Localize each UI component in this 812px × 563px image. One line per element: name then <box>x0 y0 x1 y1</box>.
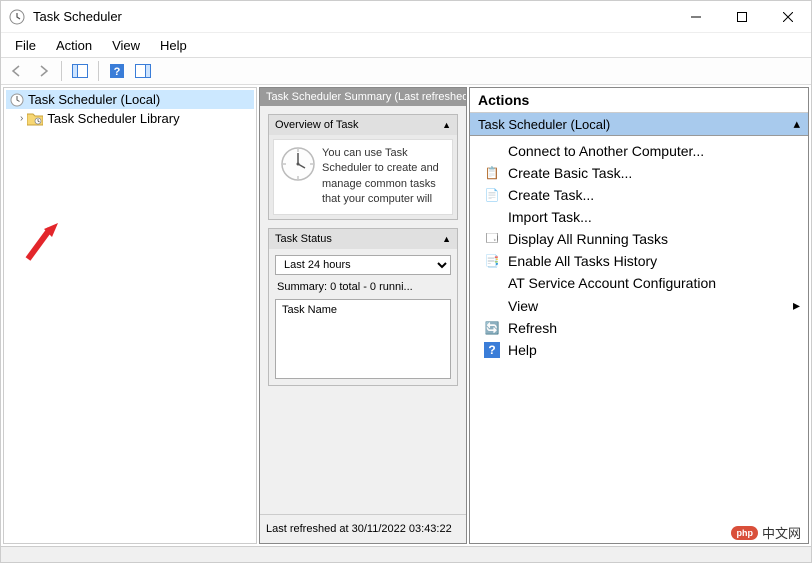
main-area: Task Scheduler (Local) › Task Scheduler … <box>1 85 811 546</box>
chevron-right-icon: ▸ <box>793 297 800 314</box>
collapse-icon[interactable]: ▴ <box>793 116 800 132</box>
tree-pane: Task Scheduler (Local) › Task Scheduler … <box>3 87 257 544</box>
back-button[interactable] <box>5 59 29 83</box>
action-label: Import Task... <box>508 209 592 225</box>
action-item-0[interactable]: Connect to Another Computer... <box>470 140 808 162</box>
action-item-5[interactable]: 📑 Enable All Tasks History <box>470 250 808 272</box>
action-label: Connect to Another Computer... <box>508 143 704 159</box>
menu-action[interactable]: Action <box>48 36 100 55</box>
collapse-icon[interactable]: ▲ <box>442 234 451 244</box>
summary-body: Overview of Task ▲ You can use Task Sche… <box>260 106 466 514</box>
actions-context-label: Task Scheduler (Local) <box>478 117 610 132</box>
action-label: Help <box>508 342 537 358</box>
tree-root-label: Task Scheduler (Local) <box>28 92 160 107</box>
overview-text: You can use Task Scheduler to create and… <box>322 146 446 208</box>
action-icon: 📄 <box>484 187 500 203</box>
task-name-header: Task Name <box>282 304 337 316</box>
toolbar-separator <box>61 61 62 81</box>
action-item-8[interactable]: 🔄 Refresh <box>470 317 808 339</box>
chevron-right-icon[interactable]: › <box>20 113 23 124</box>
action-icon: 📑 <box>484 253 500 269</box>
last-refreshed-label: Last refreshed at 30/11/2022 03:43:22 <box>260 514 466 543</box>
action-icon <box>484 209 500 225</box>
action-item-6[interactable]: AT Service Account Configuration <box>470 272 808 294</box>
annotation-arrow <box>22 223 58 267</box>
action-item-1[interactable]: 📋 Create Basic Task... <box>470 162 808 184</box>
action-label: Create Task... <box>508 187 594 203</box>
overview-title: Overview of Task <box>275 119 359 131</box>
time-range-combo[interactable]: Last 24 hours <box>275 255 451 275</box>
summary-header: Task Scheduler Summary (Last refreshed <box>260 88 466 106</box>
action-icon: 🔄 <box>484 320 500 336</box>
minimize-button[interactable] <box>673 1 719 33</box>
show-hide-console-tree-button[interactable] <box>68 59 92 83</box>
action-label: Display All Running Tasks <box>508 231 668 247</box>
status-summary-text: Summary: 0 total - 0 runni... <box>275 275 451 299</box>
watermark: php 中文网 <box>731 523 801 542</box>
toolbar-separator <box>98 61 99 81</box>
maximize-button[interactable] <box>719 1 765 33</box>
summary-pane: Task Scheduler Summary (Last refreshed O… <box>259 87 467 544</box>
action-label: Enable All Tasks History <box>508 253 657 269</box>
menu-view[interactable]: View <box>104 36 148 55</box>
task-status-header: Task Status ▲ <box>269 229 457 249</box>
overview-header: Overview of Task ▲ <box>269 115 457 135</box>
tree-child-label: Task Scheduler Library <box>47 111 179 126</box>
action-icon: ? <box>484 342 500 358</box>
overview-panel: Overview of Task ▲ You can use Task Sche… <box>268 114 458 220</box>
clock-icon <box>9 9 25 25</box>
actions-header: Actions <box>470 88 808 113</box>
close-button[interactable] <box>765 1 811 33</box>
statusbar <box>1 546 811 562</box>
show-hide-action-pane-button[interactable] <box>131 59 155 83</box>
forward-button[interactable] <box>31 59 55 83</box>
clock-icon <box>280 146 316 182</box>
menubar: File Action View Help <box>1 33 811 57</box>
tree-root[interactable]: Task Scheduler (Local) <box>6 90 254 109</box>
actions-subheader[interactable]: Task Scheduler (Local) ▴ <box>470 113 808 136</box>
menu-file[interactable]: File <box>7 36 44 55</box>
tree-item-library[interactable]: › Task Scheduler Library <box>6 109 254 128</box>
action-item-9[interactable]: ? Help <box>470 339 808 361</box>
overview-content: You can use Task Scheduler to create and… <box>273 139 453 215</box>
titlebar: Task Scheduler <box>1 1 811 33</box>
action-item-7[interactable]: View ▸ <box>470 294 808 317</box>
task-status-title: Task Status <box>275 233 332 245</box>
watermark-text: 中文网 <box>762 523 801 542</box>
action-label: View <box>508 298 538 314</box>
collapse-icon[interactable]: ▲ <box>442 120 451 130</box>
action-icon: 📋 <box>484 165 500 181</box>
toolbar: ? <box>1 57 811 85</box>
action-icon: 🗔 <box>484 231 500 247</box>
window-controls <box>673 1 811 33</box>
watermark-badge: php <box>731 526 758 540</box>
action-icon <box>484 298 500 314</box>
task-name-list[interactable]: Task Name <box>275 299 451 379</box>
window-title: Task Scheduler <box>33 9 673 24</box>
folder-icon <box>27 112 43 126</box>
action-label: AT Service Account Configuration <box>508 275 716 291</box>
action-item-2[interactable]: 📄 Create Task... <box>470 184 808 206</box>
actions-list: Connect to Another Computer... 📋 Create Ba… <box>470 136 808 543</box>
action-icon <box>484 275 500 291</box>
svg-text:?: ? <box>114 66 121 78</box>
action-item-4[interactable]: 🗔 Display All Running Tasks <box>470 228 808 250</box>
clock-icon <box>10 93 24 107</box>
help-button[interactable]: ? <box>105 59 129 83</box>
task-status-body: Last 24 hours Summary: 0 total - 0 runni… <box>269 249 457 385</box>
action-icon <box>484 143 500 159</box>
actions-pane: Actions Task Scheduler (Local) ▴ Connect… <box>469 87 809 544</box>
menu-help[interactable]: Help <box>152 36 195 55</box>
action-item-3[interactable]: Import Task... <box>470 206 808 228</box>
action-label: Create Basic Task... <box>508 165 632 181</box>
task-status-panel: Task Status ▲ Last 24 hours Summary: 0 t… <box>268 228 458 386</box>
action-label: Refresh <box>508 320 557 336</box>
